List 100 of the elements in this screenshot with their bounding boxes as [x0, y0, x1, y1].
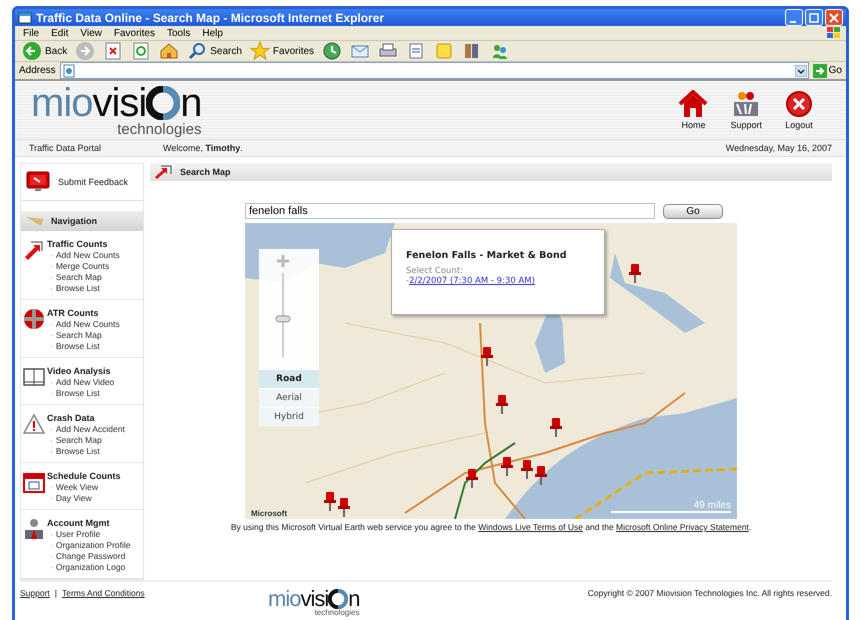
list-bullet: · [50, 283, 53, 294]
list-bullet: · [50, 261, 53, 272]
nav-link[interactable]: Search Map [56, 272, 102, 283]
list-bullet: · [50, 482, 53, 493]
clock-icon [322, 41, 342, 61]
minimize-button[interactable] [785, 9, 803, 26]
address-field[interactable] [60, 62, 809, 79]
nav-section-title: Traffic Counts [47, 239, 109, 250]
support-link[interactable]: Support [730, 90, 762, 130]
window-title: Traffic Data Online - Search Map - Microsoft Internet Explorer [36, 10, 386, 24]
list-bullet: · [50, 330, 53, 341]
map-pin-icon[interactable] [550, 418, 562, 438]
menu-item[interactable]: File [19, 28, 44, 38]
menu-item[interactable]: Favorites [110, 28, 159, 38]
nav-link[interactable]: Search Map [56, 330, 102, 341]
list-bullet: · [50, 435, 53, 446]
minimize-icon [790, 20, 796, 22]
nav-link[interactable]: Search Map [56, 435, 102, 446]
maximize-button[interactable] [805, 9, 823, 26]
menu-item[interactable]: Help [198, 28, 227, 38]
menu-item[interactable]: Tools [162, 28, 194, 38]
list-bullet: · [50, 272, 53, 283]
nav-section-title: Video Analysis [47, 366, 112, 377]
map-pin-icon[interactable] [466, 468, 478, 489]
nav-link[interactable]: Merge Counts [56, 261, 110, 272]
count-link[interactable]: 2/2/2007 (7:30 AM - 9:30 AM) [409, 276, 535, 286]
list-bullet: · [50, 562, 53, 573]
stop-icon [103, 41, 124, 61]
map-pin-icon[interactable] [496, 394, 508, 415]
nav-link[interactable]: Week View [56, 482, 98, 493]
search-icon [187, 41, 208, 61]
nav-link[interactable]: Browse List [56, 283, 100, 294]
nav-link[interactable]: User Profile [56, 529, 100, 540]
nav-link[interactable]: Add New Video [56, 377, 114, 388]
browser-icon [18, 10, 32, 24]
map-pin-icon[interactable] [535, 466, 548, 486]
dropdown-icon[interactable] [794, 64, 807, 76]
privacy-link[interactable]: Microsoft Online Privacy Statement [616, 522, 749, 532]
video-icon [23, 366, 45, 388]
nav-link[interactable]: Organization Logo [56, 562, 126, 573]
list-dash: - [406, 276, 410, 286]
list-bullet: · [50, 446, 53, 457]
nav-link[interactable]: Browse List [56, 388, 100, 399]
slider-thumb[interactable] [276, 315, 290, 322]
terms-notice: By using this Microsoft Virtual Earth web service you agree to the Windows Live Terms of Use and the Microsoft Online Privacy Statement. [230, 522, 752, 532]
account-icon [23, 518, 45, 540]
map-scale: 49 miles [611, 500, 731, 513]
map-pin-icon[interactable] [338, 498, 350, 518]
map-pin-icon[interactable] [500, 456, 513, 477]
favorites-button[interactable]: Favorites [246, 41, 318, 61]
section-header: Search Map [150, 163, 832, 181]
nav-link[interactable]: Add New Counts [56, 250, 120, 261]
close-icon [829, 12, 839, 22]
welcome-message: Welcome, Timothy. [163, 143, 243, 153]
home-link[interactable]: Home [678, 90, 708, 130]
nav-link[interactable]: Browse List [56, 446, 100, 457]
menu-item[interactable]: Edit [47, 28, 72, 38]
map-pin-icon[interactable] [324, 492, 336, 512]
list-bullet: · [50, 551, 53, 562]
nav-link[interactable]: Add New Counts [56, 319, 120, 330]
logout-link[interactable]: Logout [784, 90, 814, 130]
map-type-button[interactable]: Hybrid [259, 407, 319, 426]
current-date: Wednesday, May 16, 2007 [726, 143, 832, 153]
map-pin-icon[interactable] [481, 347, 494, 368]
nav-link[interactable]: Day View [56, 493, 92, 504]
close-button[interactable] [825, 9, 843, 26]
arrow-icon [154, 165, 172, 179]
map-type-button[interactable]: Aerial [259, 388, 319, 407]
link-separator: | [54, 588, 57, 598]
go-button[interactable]: Go [663, 204, 723, 218]
submit-feedback-link[interactable]: Submit Feedback [21, 164, 143, 201]
back-button[interactable]: Back [19, 41, 70, 61]
traffic-icon [23, 239, 45, 261]
map-pin-icon[interactable] [520, 460, 533, 480]
zoom-slider[interactable] [276, 273, 290, 357]
list-bullet: · [50, 529, 53, 540]
search-button[interactable]: Search [184, 41, 245, 61]
map-pin-icon[interactable] [628, 264, 641, 284]
search-field[interactable]: fenelon falls [245, 203, 655, 219]
map-type-button[interactable]: Road [259, 369, 319, 388]
schedule-icon [23, 471, 45, 493]
windows-logo-icon [826, 26, 842, 40]
atr-icon [23, 308, 45, 330]
list-bullet: · [50, 424, 53, 435]
terms-link[interactable]: Windows Live Terms of Use [478, 522, 583, 532]
menu-item[interactable]: View [76, 28, 106, 38]
nav-link[interactable]: Browse List [56, 341, 100, 352]
footer-link[interactable]: Terms And Conditions [62, 588, 145, 598]
nav-section-title: ATR Counts [47, 308, 100, 319]
list-bullet: · [50, 319, 53, 330]
map-attribution: Microsoft [251, 509, 287, 518]
footer-link[interactable]: Support [20, 588, 50, 598]
nav-link[interactable]: Add New Accident [56, 424, 125, 435]
company-logo: miovisi n technologies [31, 82, 202, 138]
popup-label: Select Count: [406, 266, 464, 276]
crash-icon [23, 413, 45, 435]
nav-link[interactable]: Organization Profile [56, 540, 130, 551]
nav-link[interactable]: Change Password [56, 551, 126, 562]
go-button[interactable]: Go [812, 64, 842, 78]
portal-label: Traffic Data Portal [29, 143, 102, 153]
